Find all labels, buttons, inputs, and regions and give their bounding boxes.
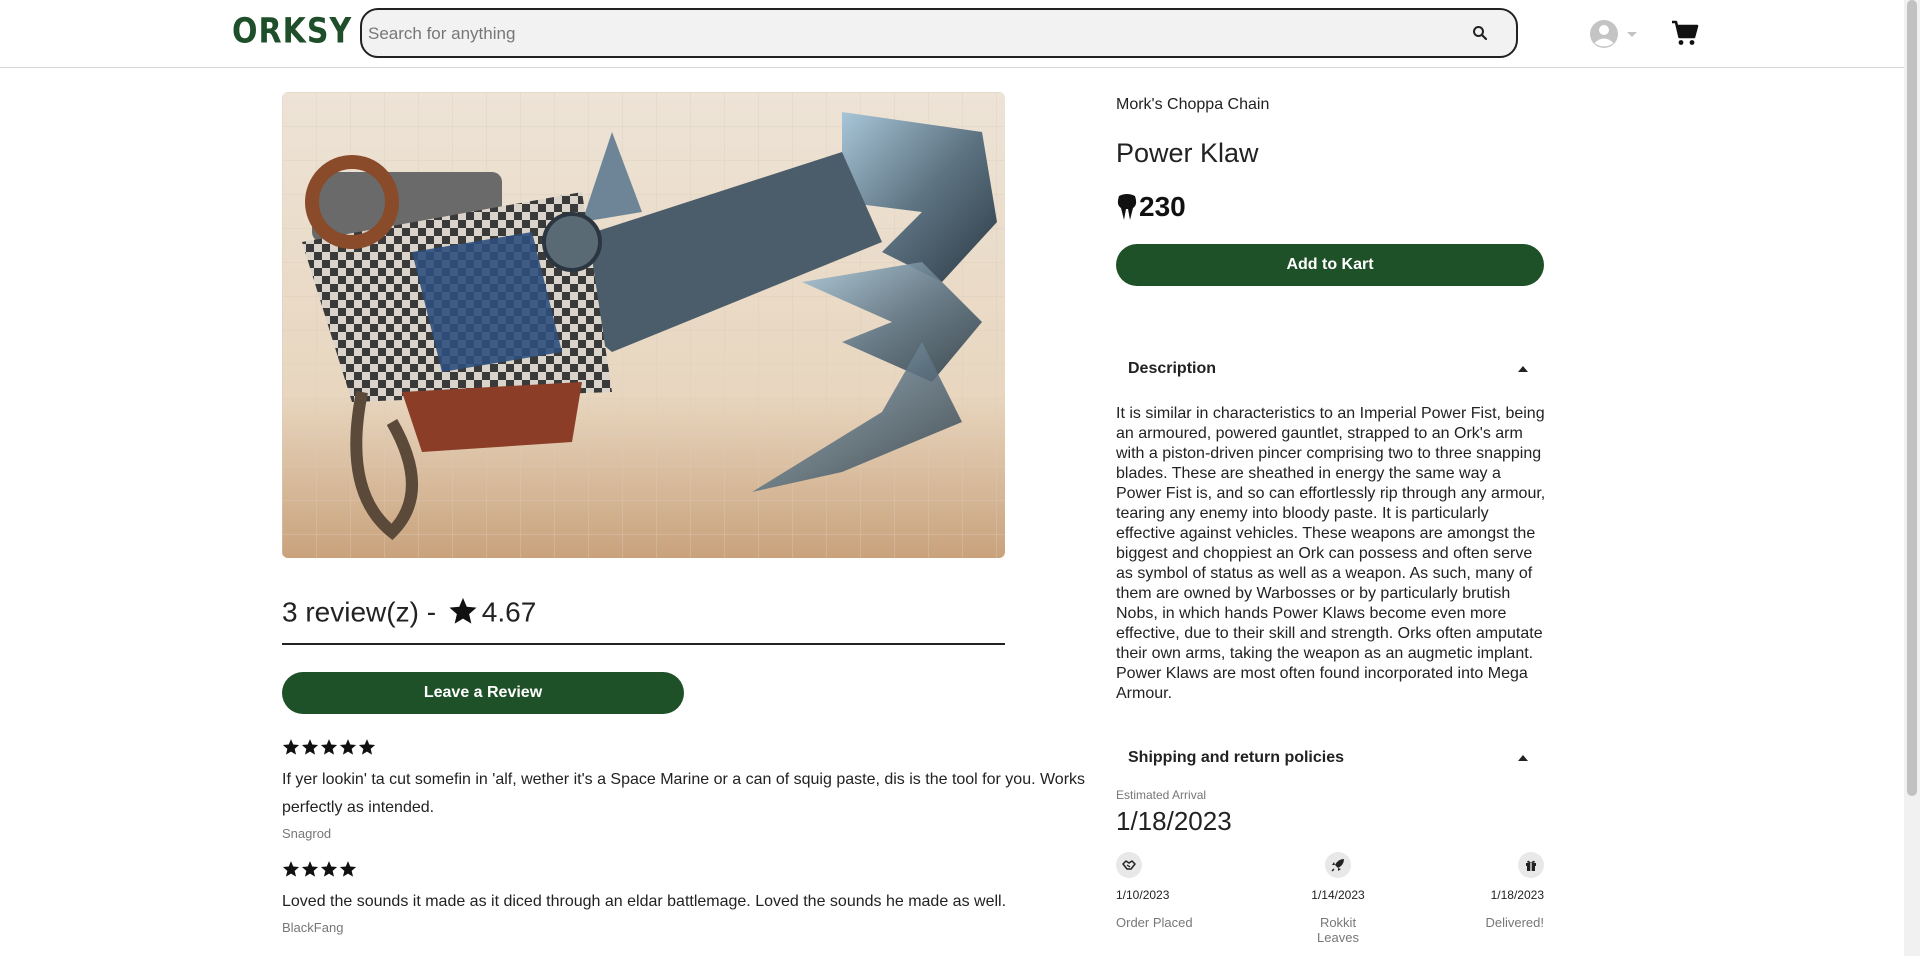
review-item: Loved the sounds it made as it diced thr… [282,860,1102,935]
step-label: Delivered! [1485,915,1544,930]
estimated-arrival-date: 1/18/2023 [1116,806,1232,836]
star-icon [449,597,477,624]
review-summary: 3 review(z) - 4.67 [282,595,1005,645]
scrollbar-thumb[interactable] [1907,0,1917,796]
star-icon [339,861,357,877]
description-body: It is similar in characteristics to an I… [1116,405,1546,702]
shop-name[interactable]: Mork's Choppa Chain [1116,96,1269,114]
product-price: 230 [1116,190,1186,224]
site-header: ORKSY [0,0,1904,68]
star-icon [339,739,357,755]
step-label: Rokkit Leaves [1317,915,1359,945]
estimated-arrival-label: Estimated Arrival [1116,788,1207,802]
product-title: Power Klaw [1116,138,1259,168]
step-label: Order Placed [1116,915,1193,930]
review-stars [282,738,1102,758]
star-icon [282,739,300,755]
shipping-accordion-header[interactable]: Shipping and return policies [1116,738,1544,778]
star-icon [320,739,338,755]
site-logo[interactable]: ORKSY [232,11,352,51]
shipping-header-label: Shipping and return policies [1128,749,1345,766]
rocket-icon [1325,852,1351,878]
step-date: 1/18/2023 [1490,888,1544,902]
star-icon [358,739,376,755]
caret-up-icon [1518,366,1528,372]
page-scrollbar[interactable] [1904,0,1920,956]
add-to-kart-button[interactable]: Add to Kart [1116,244,1544,286]
step-date: 1/10/2023 [1116,888,1170,902]
chevron-down-icon [1627,32,1637,37]
star-icon [301,739,319,755]
description-accordion-header[interactable]: Description [1116,349,1544,389]
step-date: 1/14/2023 [1311,888,1365,902]
tooth-icon [1117,194,1137,220]
review-author: Snagrod [282,826,332,841]
cart-icon[interactable] [1671,19,1699,47]
star-icon [282,861,300,877]
shipping-step-order-placed: 1/10/2023 Order Placed [1116,852,1236,930]
description-header-label: Description [1128,360,1217,377]
review-stars [282,860,1102,880]
search-bar[interactable] [360,8,1518,58]
shipping-step-rokkit-leaves: 1/14/2023 Rokkit Leaves [1298,852,1378,945]
star-icon [301,861,319,877]
search-input[interactable] [368,22,1448,46]
star-icon [320,861,338,877]
caret-up-icon [1518,755,1528,761]
review-text: If yer lookin' ta cut somefin in 'alf, w… [282,771,1086,816]
review-count: 3 review(z) - [282,596,444,628]
account-menu[interactable] [1589,19,1645,49]
review-item: If yer lookin' ta cut somefin in 'alf, w… [282,738,1102,841]
review-text: Loved the sounds it made as it diced thr… [282,893,1007,910]
handshake-icon [1116,852,1142,878]
shipping-step-delivered: 1/18/2023 Delivered! [1424,852,1544,930]
average-rating: 4.67 [481,596,537,628]
account-icon [1590,20,1618,48]
price-value: 230 [1139,191,1186,222]
search-icon[interactable] [1472,25,1488,41]
product-image [282,92,1005,558]
gift-icon [1518,852,1544,878]
review-author: BlackFang [282,920,344,935]
leave-review-button[interactable]: Leave a Review [282,672,684,714]
